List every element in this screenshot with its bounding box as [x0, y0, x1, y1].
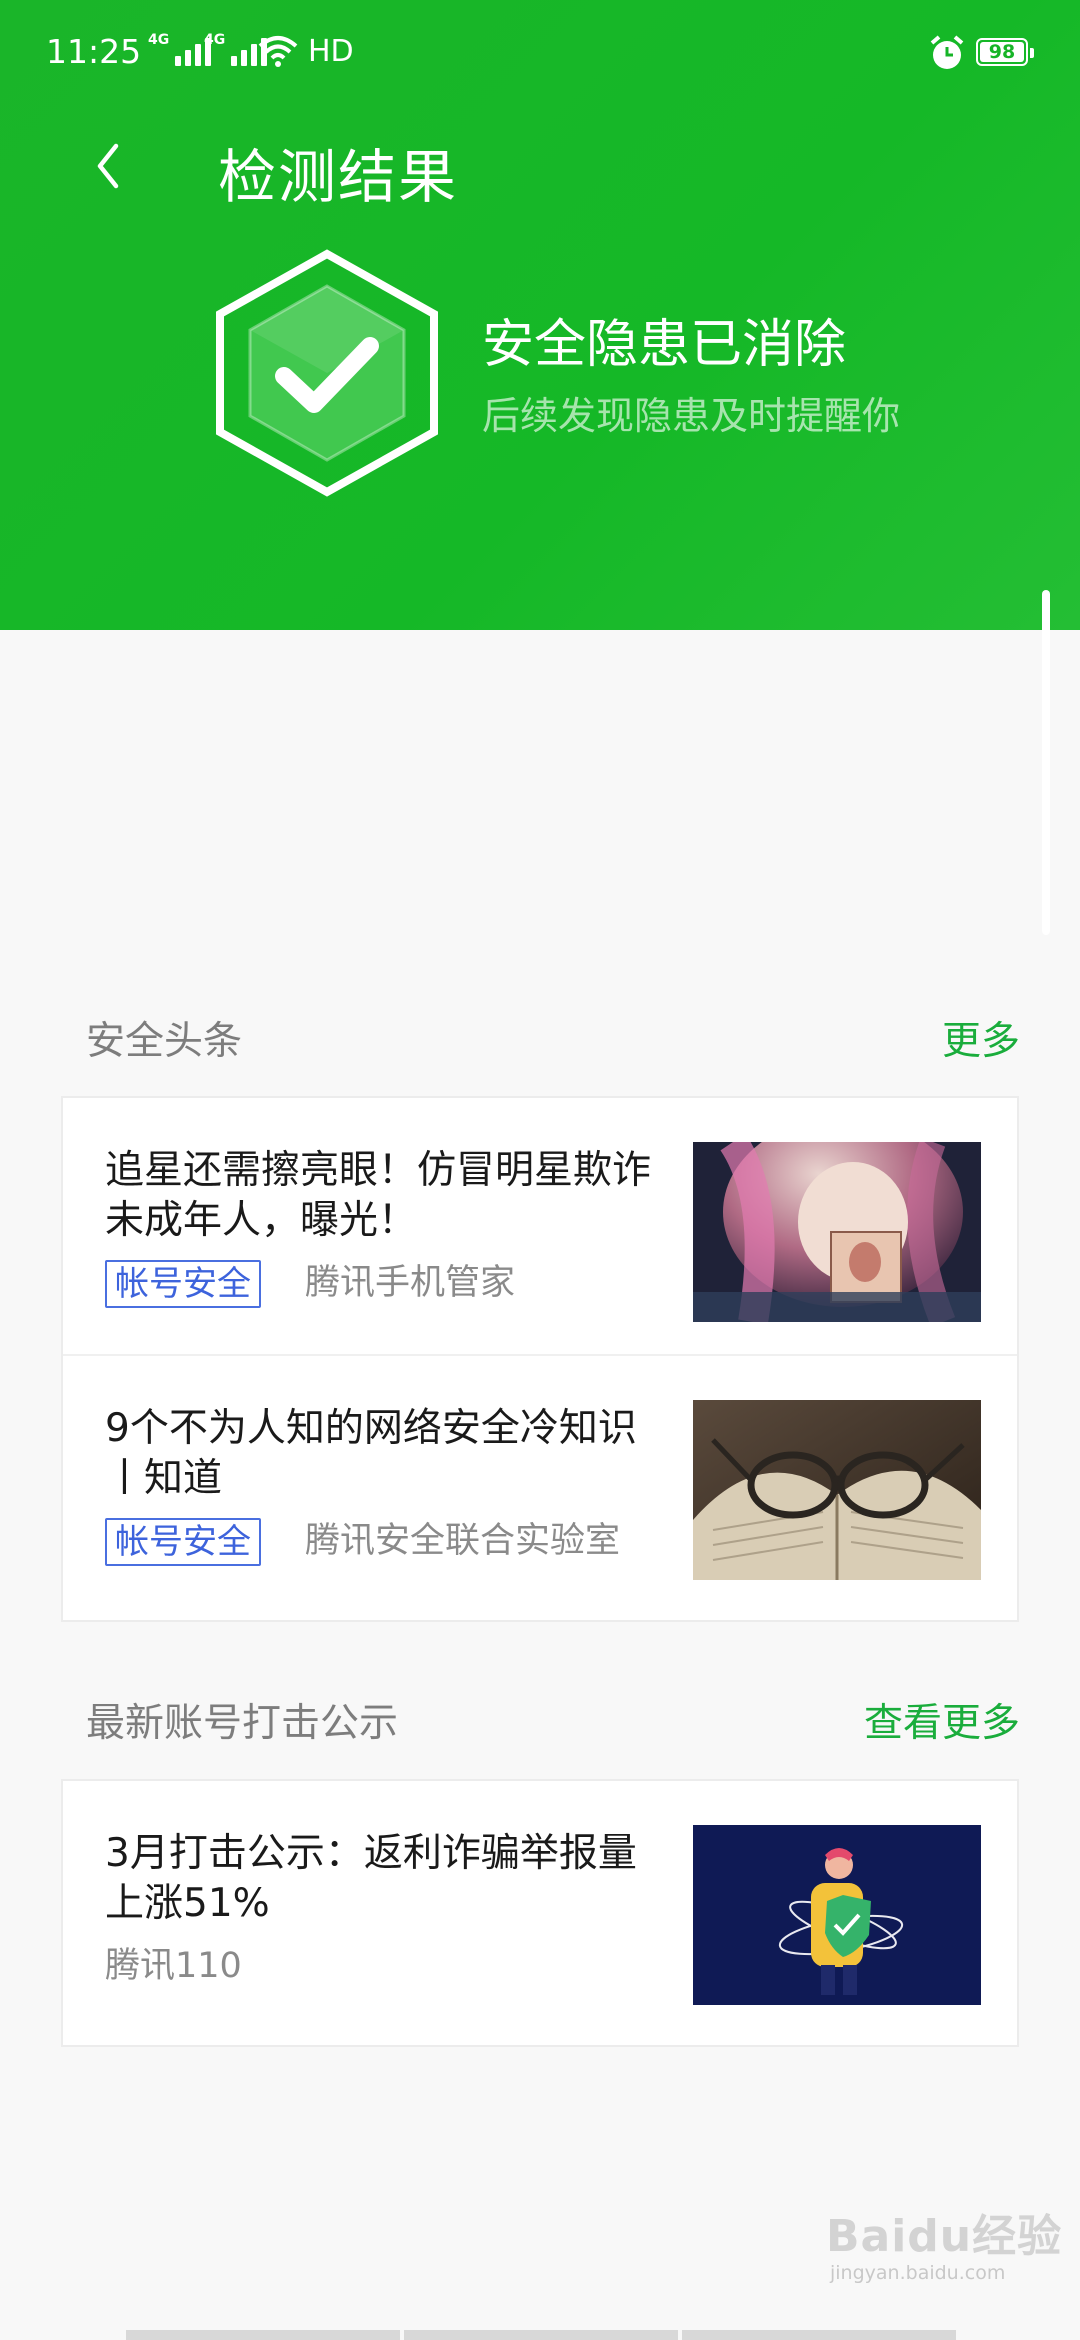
news-tag: 帐号安全 [105, 1518, 261, 1566]
wifi-icon [258, 36, 298, 67]
security-news-card: 追星还需擦亮眼！仿冒明星欺诈未成年人，曝光！ 帐号安全 腾讯手机管家 9个不为人… [61, 1096, 1019, 1622]
section-title: 安全头条 [86, 1019, 243, 1064]
watermark-url: jingyan.baidu.com [830, 2262, 1006, 2284]
view-more-link[interactable]: 查看更多 [864, 1692, 1020, 1748]
watermark-logo: Baidu经验 [826, 2211, 1063, 2262]
page-title: 检测结果 [218, 143, 459, 211]
result-title: 安全隐患已消除 [482, 315, 847, 375]
status-bar: 11:25 4G 4G HD 98 [0, 0, 1080, 100]
news-thumbnail [693, 1142, 981, 1322]
news-title: 3月打击公示：返利诈骗举报量上涨51% [105, 1831, 637, 1926]
section-title: 最新账号打击公示 [86, 1701, 399, 1746]
news-tag: 帐号安全 [105, 1260, 261, 1308]
back-arrow-icon[interactable] [86, 138, 134, 194]
battery-icon: 98 [976, 38, 1034, 66]
result-header: 11:25 4G 4G HD 98 检测结果 安全隐患已消除 后续发现隐患及时提… [0, 0, 1080, 630]
news-source: 腾讯手机管家 [305, 1263, 516, 1303]
news-thumbnail [693, 1825, 981, 2005]
list-item[interactable]: 9个不为人知的网络安全冷知识丨知道 帐号安全 腾讯安全联合实验室 [63, 1356, 1017, 1612]
account-crackdown-card: 3月打击公示：返利诈骗举报量上涨51% 腾讯110 [61, 1779, 1019, 2047]
bottom-bar [126, 2330, 956, 2340]
status-time: 11:25 [46, 32, 142, 71]
signal-icon: 4G [148, 32, 212, 66]
list-item[interactable]: 3月打击公示：返利诈骗举报量上涨51% 腾讯110 [63, 1781, 1017, 2037]
list-item[interactable]: 追星还需擦亮眼！仿冒明星欺诈未成年人，曝光！ 帐号安全 腾讯手机管家 [63, 1098, 1017, 1354]
more-link[interactable]: 更多 [942, 1010, 1020, 1066]
shield-check-icon [216, 249, 438, 497]
alarm-icon [930, 35, 964, 69]
result-subtitle: 后续发现隐患及时提醒你 [482, 394, 901, 438]
news-thumbnail [693, 1400, 981, 1580]
account-crackdown-header: 最新账号打击公示 查看更多 [86, 1692, 1020, 1752]
news-title: 追星还需擦亮眼！仿冒明星欺诈未成年人，曝光！ [105, 1148, 652, 1243]
news-source: 腾讯安全联合实验室 [305, 1521, 621, 1561]
news-title: 9个不为人知的网络安全冷知识丨知道 [105, 1406, 637, 1501]
news-source: 腾讯110 [105, 1946, 242, 1986]
scrollbar[interactable] [1042, 590, 1050, 935]
security-news-header: 安全头条 更多 [86, 1010, 1020, 1070]
hd-label: HD [308, 34, 354, 69]
